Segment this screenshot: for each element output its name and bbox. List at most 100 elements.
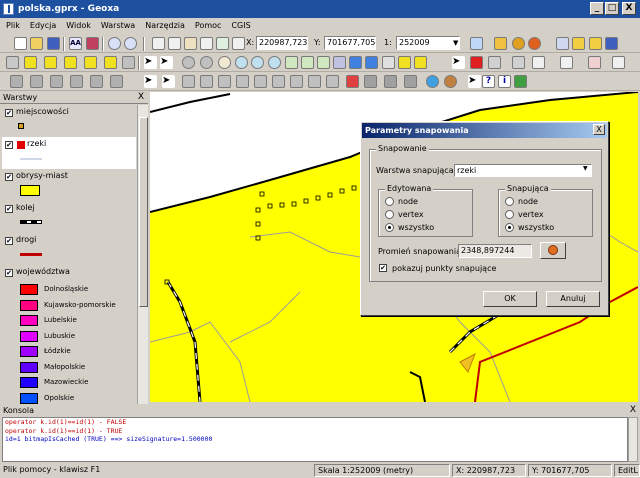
add-layer-3-icon[interactable] xyxy=(64,56,77,69)
menu-pomoc[interactable]: Pomoc xyxy=(195,21,222,30)
stop-icon[interactable] xyxy=(470,56,483,69)
draw-line-icon[interactable] xyxy=(10,75,23,88)
font-icon[interactable]: AA xyxy=(69,37,82,50)
save-icon[interactable] xyxy=(47,37,60,50)
layout-icon[interactable] xyxy=(184,37,197,50)
zoom-window-icon[interactable] xyxy=(268,56,281,69)
draw-polygon-3-icon[interactable] xyxy=(110,75,123,88)
add-layer-icon[interactable] xyxy=(24,56,37,69)
edited-node-radio[interactable] xyxy=(385,197,394,206)
menu-widok[interactable]: Widok xyxy=(66,21,91,30)
grid-icon[interactable] xyxy=(232,37,245,50)
select-feature-2-icon[interactable]: ➤ xyxy=(162,75,175,88)
console-output[interactable]: operator k.id(1)==id(1) - FALSE operator… xyxy=(2,417,628,462)
console-close-button[interactable]: X xyxy=(630,405,636,415)
snap-all-radio[interactable] xyxy=(505,223,514,232)
identify-arrow-icon[interactable]: ➤ xyxy=(452,56,465,69)
layer-item-miejscowosci[interactable]: ✔ miejscowości xyxy=(2,105,136,137)
forward-arrow-icon[interactable] xyxy=(365,56,378,69)
x-coord-field[interactable]: 220987,723 xyxy=(256,36,308,50)
chart-icon[interactable] xyxy=(532,56,545,69)
snap-radius-field[interactable]: 2348,897244 xyxy=(458,244,532,258)
plugin-icon[interactable] xyxy=(514,75,527,88)
select-feature-icon[interactable]: ➤ xyxy=(144,75,157,88)
minimize-button[interactable]: _ xyxy=(590,2,604,15)
chevron-down-icon[interactable]: ▼ xyxy=(453,36,458,50)
menu-plik[interactable]: Plik xyxy=(6,21,20,30)
shape-icon[interactable] xyxy=(512,37,525,50)
map-window-icon[interactable] xyxy=(216,37,229,50)
edited-all-radio[interactable] xyxy=(385,223,394,232)
chevron-down-icon[interactable]: ▼ xyxy=(583,165,588,172)
split-icon[interactable] xyxy=(236,75,249,88)
console-scrollbar[interactable] xyxy=(628,417,638,462)
delete-icon[interactable] xyxy=(588,56,601,69)
clip-icon[interactable] xyxy=(384,75,397,88)
layer-checkbox[interactable]: ✔ xyxy=(5,173,13,181)
globe-icon[interactable] xyxy=(426,75,439,88)
snap-layer-select[interactable]: rzeki xyxy=(454,164,592,177)
check-icon[interactable] xyxy=(512,56,525,69)
layer-item-obrysy-miast[interactable]: ✔ obrysy-miast xyxy=(2,169,136,201)
zoom-in-icon[interactable] xyxy=(235,56,248,69)
zoom-layer-icon[interactable] xyxy=(285,56,298,69)
new-file-icon[interactable] xyxy=(14,37,27,50)
ok-button[interactable]: OK xyxy=(483,291,537,307)
add-vector-layer-icon[interactable] xyxy=(6,56,19,69)
draw-polygon-icon[interactable] xyxy=(70,75,83,88)
draw-polygon-2-icon[interactable] xyxy=(90,75,103,88)
info-icon[interactable]: i xyxy=(498,75,511,88)
layer-item-drogi[interactable]: ✔ drogi xyxy=(2,233,136,265)
remove-layer-icon[interactable] xyxy=(122,56,135,69)
gps-icon[interactable] xyxy=(444,75,457,88)
simplify-icon[interactable] xyxy=(326,75,339,88)
draw-line-2-icon[interactable] xyxy=(30,75,43,88)
redo-icon[interactable] xyxy=(124,37,137,50)
zoom-prev-icon[interactable] xyxy=(333,56,346,69)
back-arrow-icon[interactable] xyxy=(349,56,362,69)
zoom-full-icon[interactable] xyxy=(301,56,314,69)
layer-item-kolej[interactable]: ✔ kolej xyxy=(2,201,136,233)
key-icon[interactable] xyxy=(572,37,585,50)
info-arrow-icon[interactable]: ➤ xyxy=(468,75,481,88)
zoom-out-icon[interactable] xyxy=(251,56,264,69)
house-icon[interactable] xyxy=(589,37,602,50)
cancel-button[interactable]: Anuluj xyxy=(546,291,600,307)
snap-vertex-radio[interactable] xyxy=(505,210,514,219)
layer-checkbox[interactable]: ✔ xyxy=(5,237,13,245)
y-coord-field[interactable]: 701677,705 xyxy=(324,36,376,50)
menu-cgis[interactable]: CGIS xyxy=(231,21,250,30)
snap-node-radio[interactable] xyxy=(505,197,514,206)
add-node-icon[interactable] xyxy=(182,56,195,69)
add-layer-2-icon[interactable] xyxy=(44,56,57,69)
add-layer-5-icon[interactable] xyxy=(104,56,117,69)
open-folder-icon[interactable] xyxy=(30,37,43,50)
select-arrow-icon[interactable]: ➤ xyxy=(144,56,157,69)
scrollbar-thumb[interactable] xyxy=(139,117,148,307)
window-icon[interactable] xyxy=(152,37,165,50)
maximize-button[interactable]: □ xyxy=(605,2,619,15)
layer-item-rzeki[interactable]: ✔ rzeki xyxy=(2,137,136,169)
edited-vertex-radio[interactable] xyxy=(385,210,394,219)
menu-narzedzia[interactable]: Narzędzia xyxy=(145,21,185,30)
reshape-icon[interactable] xyxy=(308,75,321,88)
help-icon[interactable]: ? xyxy=(482,75,495,88)
layers-icon[interactable] xyxy=(556,37,569,50)
layers-close-button[interactable]: X xyxy=(138,92,144,102)
menu-warstwa[interactable]: Warstwa xyxy=(101,21,135,30)
layers-scrollbar[interactable] xyxy=(137,105,148,404)
buffer-icon[interactable] xyxy=(364,75,377,88)
vertex-delete-icon[interactable] xyxy=(218,75,231,88)
snap-target-icon[interactable] xyxy=(346,75,359,88)
show-points-checkbox[interactable]: ✔ xyxy=(379,264,387,272)
vertex-move-icon[interactable] xyxy=(200,75,213,88)
menu-edycja[interactable]: Edycja xyxy=(30,21,56,30)
layer-props-2-icon[interactable] xyxy=(414,56,427,69)
undo-icon[interactable] xyxy=(108,37,121,50)
dialog-close-button[interactable]: X xyxy=(593,124,605,135)
print-icon[interactable] xyxy=(86,37,99,50)
offset-icon[interactable] xyxy=(290,75,303,88)
target-icon[interactable] xyxy=(528,37,541,50)
pick-radius-button[interactable] xyxy=(540,242,566,259)
close-button[interactable]: X xyxy=(622,2,636,15)
